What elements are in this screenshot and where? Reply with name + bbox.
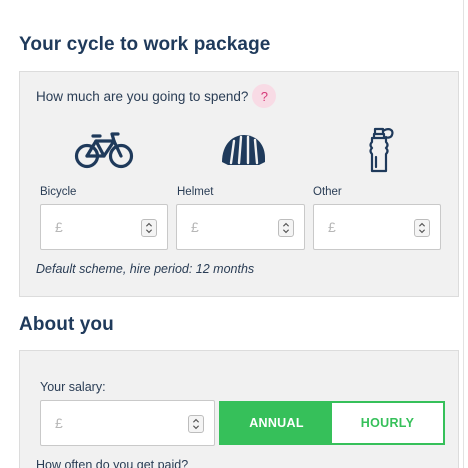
calculator-panel: Your cycle to work package How much are …: [0, 0, 464, 468]
bottle-icon: [369, 127, 394, 173]
help-icon[interactable]: ?: [252, 84, 277, 108]
salary-input[interactable]: £: [40, 400, 215, 446]
stepper-icon[interactable]: [414, 219, 430, 237]
stepper-icon[interactable]: [141, 219, 157, 237]
helmet-amount-input[interactable]: £: [176, 204, 305, 250]
stepper-icon[interactable]: [278, 219, 294, 237]
salary-label: Your salary:: [40, 380, 106, 394]
bicycle-icon: [74, 132, 134, 169]
bicycle-label: Bicycle: [40, 186, 77, 198]
about-box: Your salary: £ ANNUAL HOURLY How often d…: [19, 350, 459, 468]
salary-period-toggle: ANNUAL HOURLY: [219, 401, 445, 445]
spend-question-text: How much are you going to spend?: [36, 88, 249, 104]
other-amount-input[interactable]: £: [313, 204, 441, 250]
hourly-option[interactable]: HOURLY: [332, 403, 443, 443]
stepper-icon[interactable]: [188, 415, 204, 433]
package-box: How much are you going to spend? ? Bicyc…: [19, 71, 459, 297]
annual-option[interactable]: ANNUAL: [221, 403, 332, 443]
spend-question: How much are you going to spend? ?: [36, 84, 277, 108]
currency-symbol: £: [55, 415, 63, 431]
helmet-label: Helmet: [177, 186, 214, 198]
bicycle-amount-input[interactable]: £: [40, 204, 168, 250]
paid-frequency-label: How often do you get paid?: [36, 458, 189, 468]
about-title: About you: [19, 314, 114, 335]
currency-symbol: £: [191, 219, 199, 235]
helmet-icon: [222, 135, 265, 165]
scheme-note: Default scheme, hire period: 12 months: [36, 262, 255, 276]
package-title: Your cycle to work package: [19, 34, 271, 55]
currency-symbol: £: [328, 219, 336, 235]
currency-symbol: £: [55, 219, 63, 235]
other-label: Other: [313, 186, 342, 198]
